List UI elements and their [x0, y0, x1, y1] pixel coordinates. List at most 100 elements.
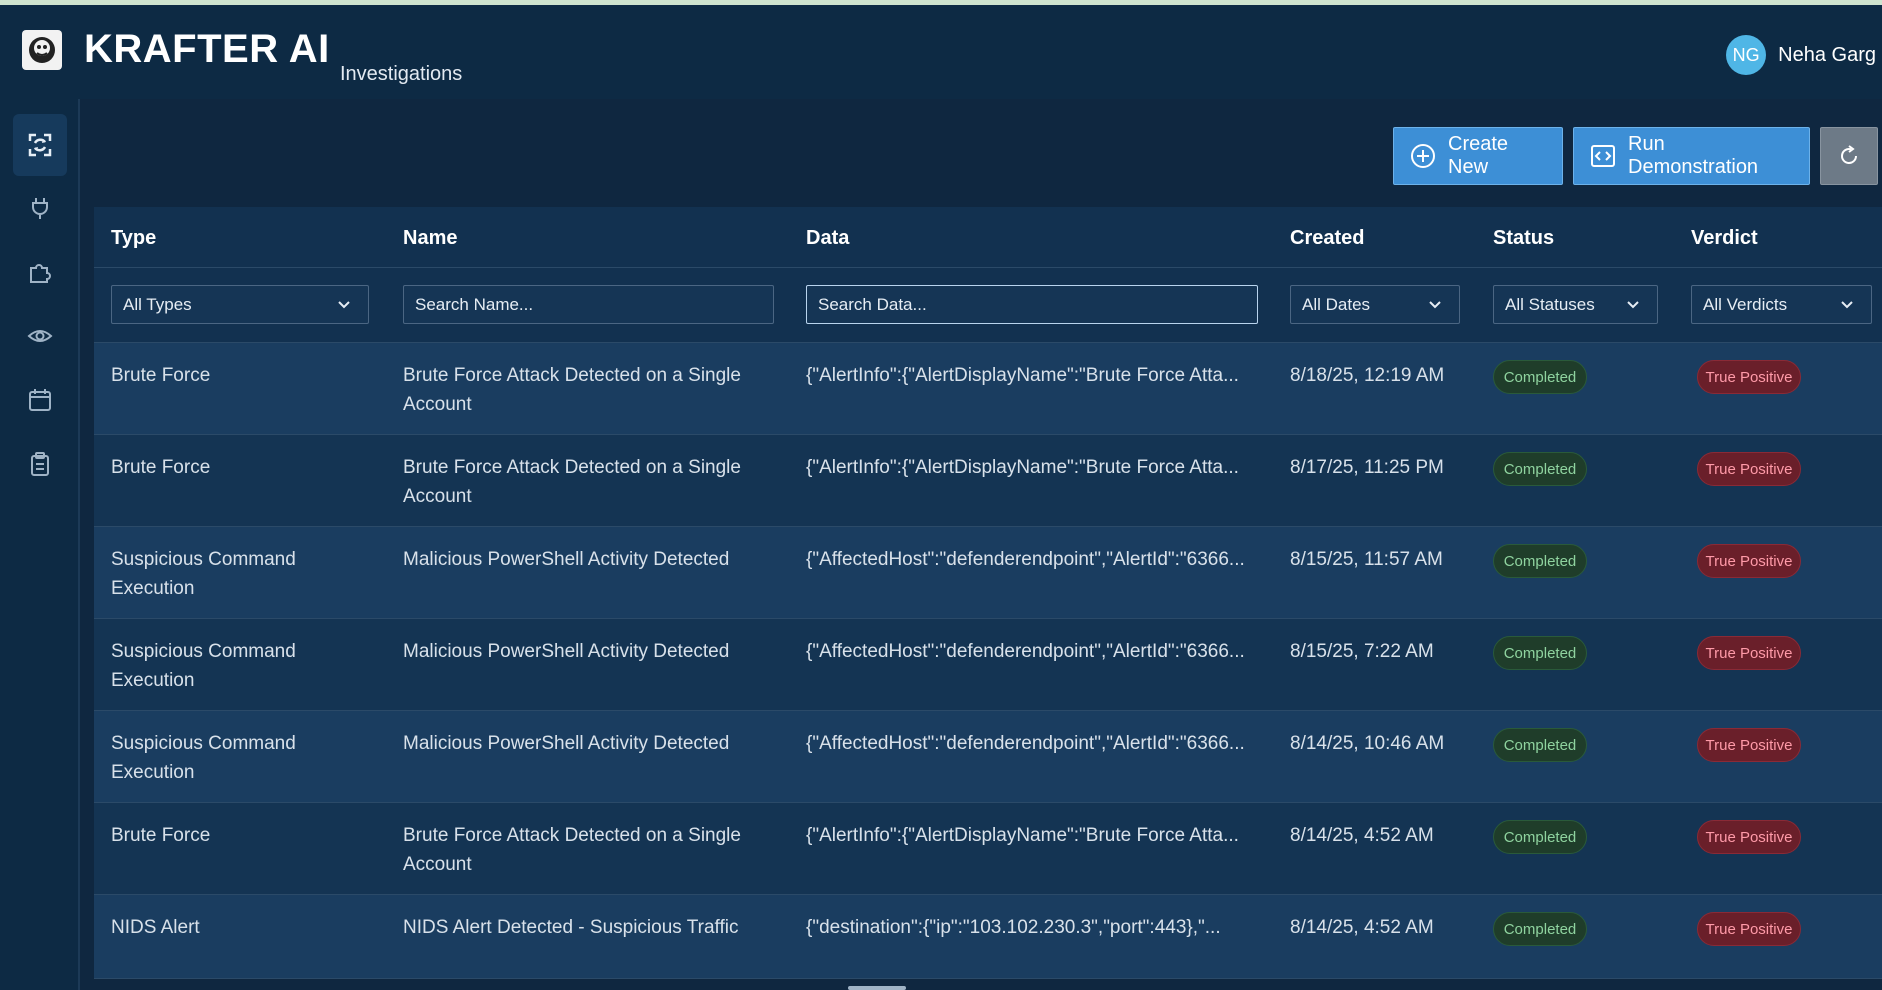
logo-icon [29, 37, 55, 63]
verdict-badge: True Positive [1697, 636, 1801, 670]
row-data: {"AffectedHost":"defenderendpoint","Aler… [806, 733, 1245, 754]
type-filter-select[interactable]: All Types [111, 285, 369, 324]
row-data: {"AlertInfo":{"AlertDisplayName":"Brute … [806, 365, 1239, 386]
row-name: Malicious PowerShell Activity Detected [403, 733, 730, 754]
verdict-badge: True Positive [1697, 912, 1801, 946]
verdict-badge: True Positive [1697, 452, 1801, 486]
code-icon [1590, 143, 1616, 169]
status-badge: Completed [1493, 912, 1587, 946]
main-content: Create New Run Demonstration Type Name D… [82, 99, 1882, 990]
sidebar-item-schedule[interactable] [13, 369, 67, 431]
row-name: Brute Force Attack Detected on a Single … [403, 457, 741, 507]
column-header-name[interactable]: Name [403, 227, 457, 250]
row-name: Brute Force Attack Detected on a Single … [403, 825, 741, 875]
plus-circle-icon [1410, 143, 1436, 169]
app-logo[interactable] [22, 30, 62, 70]
column-header-data[interactable]: Data [806, 227, 849, 250]
status-badge: Completed [1493, 820, 1587, 854]
row-data: {"AlertInfo":{"AlertDisplayName":"Brute … [806, 457, 1239, 478]
investigations-icon [28, 133, 52, 157]
create-new-button[interactable]: Create New [1393, 127, 1563, 185]
table-row[interactable]: Suspicious Command Execution Malicious P… [94, 619, 1882, 711]
verdict-badge: True Positive [1697, 728, 1801, 762]
date-filter-value: All Dates [1302, 294, 1371, 314]
row-data: {"AlertInfo":{"AlertDisplayName":"Brute … [806, 825, 1239, 846]
row-data: {"AffectedHost":"defenderendpoint","Aler… [806, 549, 1245, 570]
row-name: Malicious PowerShell Activity Detected [403, 549, 730, 570]
verdict-badge: True Positive [1697, 360, 1801, 394]
verdict-filter-select[interactable]: All Verdicts [1691, 285, 1872, 324]
data-search-input[interactable]: Search Data... [806, 285, 1258, 324]
toolbar: Create New Run Demonstration [82, 99, 1882, 207]
status-filter-value: All Statuses [1505, 294, 1595, 314]
row-type: Suspicious Command Execution [111, 641, 296, 691]
type-filter-value: All Types [123, 294, 192, 314]
sidebar-item-investigations[interactable] [13, 114, 67, 176]
status-badge: Completed [1493, 360, 1587, 394]
app-header: KRAFTER AI Investigations NG Neha Garg [0, 5, 1882, 99]
row-created: 8/14/25, 4:52 AM [1290, 825, 1434, 846]
run-demonstration-button[interactable]: Run Demonstration [1573, 127, 1810, 185]
chevron-down-icon [1427, 297, 1443, 313]
chevron-down-icon [336, 297, 352, 313]
create-new-label: Create New [1448, 133, 1509, 178]
row-type: Brute Force [111, 825, 211, 846]
puzzle-icon [30, 264, 51, 283]
table-row[interactable]: Suspicious Command Execution Malicious P… [94, 527, 1882, 619]
clipboard-icon [31, 452, 49, 476]
row-created: 8/15/25, 11:57 AM [1290, 549, 1443, 570]
refresh-button[interactable] [1820, 127, 1878, 185]
eye-icon [27, 330, 53, 342]
row-type: Brute Force [111, 457, 211, 478]
data-search-placeholder: Search Data... [818, 294, 927, 314]
table-row[interactable]: NIDS Alert NIDS Alert Detected - Suspici… [94, 895, 1882, 979]
row-name: NIDS Alert Detected - Suspicious Traffic [403, 917, 739, 938]
status-badge: Completed [1493, 636, 1587, 670]
avatar: NG [1726, 35, 1767, 75]
table-row[interactable]: Brute Force Brute Force Attack Detected … [94, 435, 1882, 527]
plug-icon [32, 198, 48, 219]
column-header-status[interactable]: Status [1493, 227, 1554, 250]
user-name: Neha Garg [1778, 43, 1876, 66]
row-data: {"AffectedHost":"defenderendpoint","Aler… [806, 641, 1245, 662]
chevron-down-icon [1625, 297, 1641, 313]
scrollbar-thumb[interactable] [848, 986, 906, 990]
column-header-verdict[interactable]: Verdict [1691, 227, 1758, 250]
verdict-badge: True Positive [1697, 820, 1801, 854]
row-created: 8/18/25, 12:19 AM [1290, 365, 1445, 386]
row-created: 8/14/25, 10:46 AM [1290, 733, 1445, 754]
user-menu[interactable]: NG Neha Garg [1726, 35, 1876, 75]
row-data: {"destination":{"ip":"103.102.230.3","po… [806, 917, 1221, 938]
column-header-type[interactable]: Type [111, 227, 156, 250]
table-header: Type Name Data Created Status Verdict [94, 207, 1882, 268]
sidebar [0, 99, 80, 990]
filter-row: All Types Search Name... Search Data... … [94, 268, 1882, 343]
refresh-icon [1837, 144, 1861, 168]
row-name: Brute Force Attack Detected on a Single … [403, 365, 741, 415]
row-type: NIDS Alert [111, 917, 200, 938]
status-filter-select[interactable]: All Statuses [1493, 285, 1658, 324]
table-row[interactable]: Suspicious Command Execution Malicious P… [94, 711, 1882, 803]
row-type: Suspicious Command Execution [111, 549, 296, 599]
sidebar-item-plugins[interactable] [13, 241, 67, 303]
table-row[interactable]: Brute Force Brute Force Attack Detected … [94, 803, 1882, 895]
verdict-badge: True Positive [1697, 544, 1801, 578]
breadcrumb[interactable]: Investigations [340, 63, 462, 86]
brand-title: KRAFTER AI [84, 27, 330, 71]
row-created: 8/15/25, 7:22 AM [1290, 641, 1434, 662]
name-search-input[interactable]: Search Name... [403, 285, 774, 324]
sidebar-item-reports[interactable] [13, 433, 67, 495]
status-badge: Completed [1493, 452, 1587, 486]
row-type: Suspicious Command Execution [111, 733, 296, 783]
row-created: 8/14/25, 4:52 AM [1290, 917, 1434, 938]
run-demonstration-label: Run Demonstration [1628, 133, 1759, 178]
table-row[interactable]: Brute Force Brute Force Attack Detected … [94, 343, 1882, 435]
date-filter-select[interactable]: All Dates [1290, 285, 1460, 324]
status-badge: Completed [1493, 544, 1587, 578]
name-search-placeholder: Search Name... [415, 294, 534, 314]
sidebar-item-integrations[interactable] [13, 177, 67, 239]
sidebar-item-monitoring[interactable] [13, 305, 67, 367]
row-created: 8/17/25, 11:25 PM [1290, 457, 1444, 478]
column-header-created[interactable]: Created [1290, 227, 1364, 250]
chevron-down-icon [1839, 297, 1855, 313]
